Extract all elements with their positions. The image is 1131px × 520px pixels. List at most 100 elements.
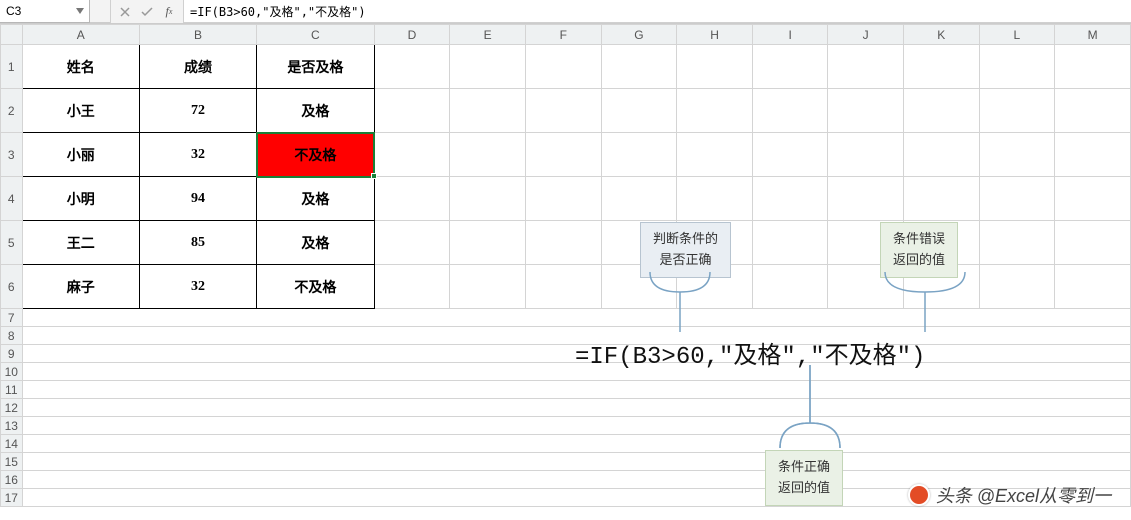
cell-B2[interactable]: 72 (139, 89, 256, 133)
name-box[interactable]: C3 (0, 0, 90, 23)
cell-C1[interactable]: 是否及格 (257, 45, 374, 89)
cell-C6[interactable]: 不及格 (257, 265, 374, 309)
cell[interactable] (677, 221, 753, 265)
cell[interactable] (525, 89, 601, 133)
cell[interactable] (374, 221, 450, 265)
col-header-M[interactable]: M (1055, 25, 1131, 45)
cell[interactable] (22, 471, 1130, 489)
cell[interactable] (525, 45, 601, 89)
cell[interactable] (752, 265, 827, 309)
cell[interactable] (903, 177, 979, 221)
cell[interactable] (450, 133, 526, 177)
cell[interactable] (1055, 177, 1131, 221)
row-header-5[interactable]: 5 (1, 221, 23, 265)
cell-A6[interactable]: 麻子 (22, 265, 139, 309)
cell[interactable] (601, 221, 677, 265)
cell[interactable] (374, 89, 450, 133)
cell[interactable] (979, 89, 1055, 133)
col-header-E[interactable]: E (450, 25, 526, 45)
col-header-A[interactable]: A (22, 25, 139, 45)
cell[interactable] (374, 265, 450, 309)
cell[interactable] (1055, 221, 1131, 265)
row-header-8[interactable]: 8 (1, 327, 23, 345)
cell[interactable] (677, 45, 753, 89)
row-header-16[interactable]: 16 (1, 471, 23, 489)
cell-A1[interactable]: 姓名 (22, 45, 139, 89)
cell-B1[interactable]: 成绩 (139, 45, 256, 89)
cell-C4[interactable]: 及格 (257, 177, 374, 221)
cell[interactable] (677, 89, 753, 133)
cell[interactable] (979, 265, 1055, 309)
cell[interactable] (752, 45, 827, 89)
row-header-9[interactable]: 9 (1, 345, 23, 363)
cell[interactable] (752, 89, 827, 133)
select-all-corner[interactable] (1, 25, 23, 45)
row-header-13[interactable]: 13 (1, 417, 23, 435)
cell[interactable] (450, 265, 526, 309)
worksheet[interactable]: A B C D E F G H I J K L M 1 姓名 成绩 是否及格 2… (0, 24, 1131, 520)
cell[interactable] (903, 133, 979, 177)
cell[interactable] (22, 327, 1130, 345)
cell-C2[interactable]: 及格 (257, 89, 374, 133)
col-header-J[interactable]: J (828, 25, 904, 45)
cancel-icon[interactable] (115, 2, 135, 22)
row-header-4[interactable]: 4 (1, 177, 23, 221)
col-header-C[interactable]: C (257, 25, 374, 45)
row-header-12[interactable]: 12 (1, 399, 23, 417)
row-header-1[interactable]: 1 (1, 45, 23, 89)
cell[interactable] (374, 45, 450, 89)
cell[interactable] (22, 399, 1130, 417)
cell[interactable] (525, 221, 601, 265)
cell[interactable] (1055, 45, 1131, 89)
cell-B4[interactable]: 94 (139, 177, 256, 221)
col-header-K[interactable]: K (903, 25, 979, 45)
cell[interactable] (601, 177, 677, 221)
cell[interactable] (903, 221, 979, 265)
cell[interactable] (450, 177, 526, 221)
cell[interactable] (979, 177, 1055, 221)
cell[interactable] (979, 221, 1055, 265)
cell-A4[interactable]: 小明 (22, 177, 139, 221)
fill-handle-icon[interactable] (371, 173, 377, 179)
cell[interactable] (752, 133, 827, 177)
col-header-G[interactable]: G (601, 25, 677, 45)
cell[interactable] (1055, 265, 1131, 309)
cell[interactable] (677, 177, 753, 221)
col-header-I[interactable]: I (752, 25, 827, 45)
cell[interactable] (450, 89, 526, 133)
col-header-H[interactable]: H (677, 25, 753, 45)
cell[interactable] (979, 133, 1055, 177)
name-box-dropdown-icon[interactable] (73, 4, 87, 18)
cell[interactable] (374, 133, 450, 177)
enter-icon[interactable] (137, 2, 157, 22)
cell[interactable] (450, 221, 526, 265)
cell[interactable] (22, 363, 1130, 381)
fx-icon[interactable]: fx (159, 2, 179, 22)
cell[interactable] (677, 133, 753, 177)
cell[interactable] (677, 265, 753, 309)
cell-B6[interactable]: 32 (139, 265, 256, 309)
cell[interactable] (525, 177, 601, 221)
cell[interactable] (752, 177, 827, 221)
cell[interactable] (601, 133, 677, 177)
row-header-14[interactable]: 14 (1, 435, 23, 453)
cell[interactable] (828, 89, 904, 133)
cell[interactable] (828, 265, 904, 309)
col-header-D[interactable]: D (374, 25, 450, 45)
cell[interactable] (903, 45, 979, 89)
cell[interactable] (601, 45, 677, 89)
cell[interactable] (601, 265, 677, 309)
cell[interactable] (525, 133, 601, 177)
row-header-10[interactable]: 10 (1, 363, 23, 381)
row-header-7[interactable]: 7 (1, 309, 23, 327)
row-header-17[interactable]: 17 (1, 489, 23, 507)
row-header-11[interactable]: 11 (1, 381, 23, 399)
cell[interactable] (1055, 133, 1131, 177)
cell[interactable] (601, 89, 677, 133)
cell[interactable] (525, 265, 601, 309)
cell-A2[interactable]: 小王 (22, 89, 139, 133)
cell[interactable] (1055, 89, 1131, 133)
cell[interactable] (828, 177, 904, 221)
cell[interactable] (828, 133, 904, 177)
formula-input[interactable]: =IF(B3>60,"及格","不及格") (183, 0, 1131, 23)
